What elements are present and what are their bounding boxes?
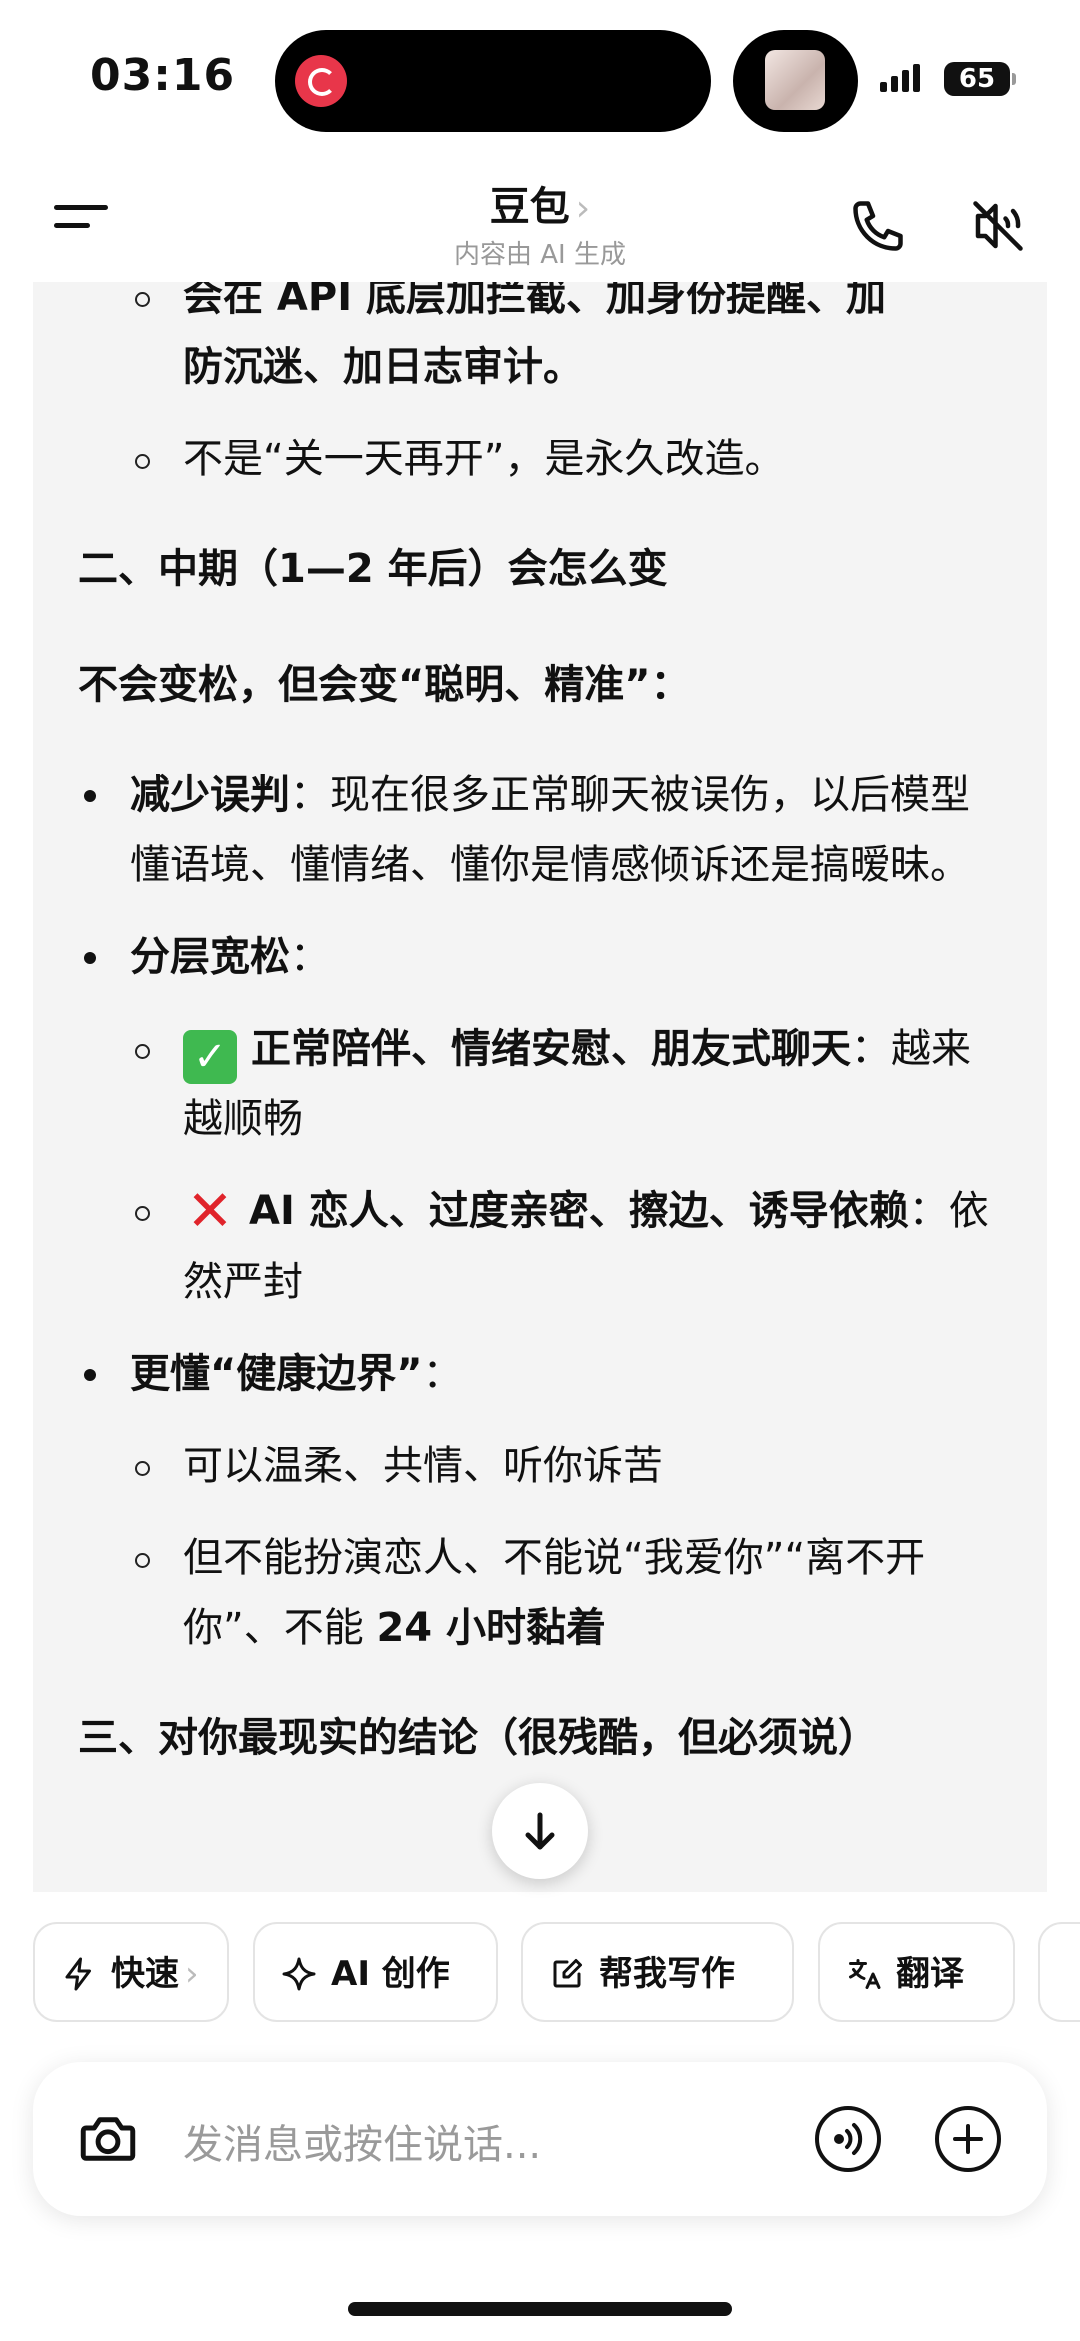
- list-item: 会在 API 底层加拦截、加身份提醒、加 防沉迷、加日志审计。: [78, 282, 1008, 402]
- fast-mode-chip[interactable]: 快速 ›: [33, 1922, 229, 2022]
- list-item: ✕ AI 恋人、过度亲密、擦边、诱导依赖：依然严封: [78, 1176, 1008, 1317]
- status-bar: 03:16 65: [0, 0, 1080, 160]
- chevron-right-icon: ›: [185, 1954, 199, 1994]
- ai-create-chip[interactable]: AI 创作: [253, 1922, 498, 2022]
- battery-icon: 65: [944, 62, 1016, 96]
- section-heading: 二、中期（1—2 年后）会怎么变: [78, 546, 668, 592]
- status-time: 03:16: [90, 50, 236, 101]
- check-mark-icon: ✓: [183, 1030, 237, 1084]
- message-input[interactable]: 发消息或按住说话...: [183, 2112, 541, 2170]
- camera-icon[interactable]: [75, 2106, 141, 2172]
- paragraph: 不会变松，但会变“聪明、精准”：: [78, 662, 691, 708]
- home-indicator[interactable]: [348, 2302, 732, 2316]
- chevron-right-icon: ›: [575, 188, 591, 229]
- list-item: 不是“关一天再开”，是永久改造。: [78, 424, 1008, 494]
- translate-icon: [849, 1959, 881, 1989]
- arrow-down-icon: [525, 1812, 555, 1850]
- phone-icon[interactable]: [848, 196, 908, 256]
- page-title[interactable]: 豆包 ›: [0, 174, 1080, 232]
- list-item: 可以温柔、共情、听你诉苦: [78, 1431, 1008, 1501]
- section-heading: 三、对你最现实的结论（很残酷，但必须说）: [78, 1715, 878, 1761]
- sparkle-icon: [282, 1957, 316, 1991]
- edit-icon: [553, 1959, 582, 1988]
- speaker-mute-icon[interactable]: [968, 196, 1028, 256]
- translate-chip[interactable]: 翻译: [818, 1922, 1015, 2022]
- help-write-chip[interactable]: 帮我写作: [521, 1922, 794, 2022]
- lightning-icon: [65, 1957, 91, 1991]
- list-item: 减少误判：现在很多正常聊天被误伤，以后模型懂语境、懂情绪、懂你是情感倾诉还是搞暧…: [78, 760, 1008, 900]
- music-app-icon[interactable]: [295, 55, 347, 107]
- album-thumbnail: [765, 50, 825, 110]
- voice-input-icon[interactable]: [813, 2104, 883, 2174]
- list-item: 分层宽松：: [78, 922, 1008, 992]
- message-body: 会在 API 底层加拦截、加身份提醒、加 防沉迷、加日志审计。 不是“关一天再开…: [78, 282, 1008, 1773]
- dynamic-island-media[interactable]: [733, 30, 858, 132]
- list-item: 但不能扮演恋人、不能说“我爱你”“离不开你”、不能 24 小时黏着: [78, 1523, 1008, 1663]
- bot-name: 豆包: [489, 184, 570, 230]
- shortcut-bar: 快速 › AI 创作 帮我写作 翻译: [0, 1922, 1080, 2027]
- plus-icon[interactable]: [933, 2104, 1003, 2174]
- cross-mark-icon: ✕: [186, 1179, 234, 1244]
- message-composer[interactable]: 发消息或按住说话...: [33, 2062, 1047, 2216]
- list-item: ✓ 正常陪伴、情绪安慰、朋友式聊天：越来越顺畅: [78, 1014, 1008, 1154]
- more-chip[interactable]: [1038, 1922, 1080, 2022]
- list-item: 更懂“健康边界”：: [78, 1339, 1008, 1409]
- scroll-to-bottom-button[interactable]: [492, 1783, 588, 1879]
- ai-generated-notice: 内容由 AI 生成: [454, 240, 626, 270]
- dynamic-island[interactable]: [275, 30, 711, 132]
- cellular-signal-icon: [880, 64, 924, 92]
- chat-message: 会在 API 底层加拦截、加身份提醒、加 防沉迷、加日志审计。 不是“关一天再开…: [33, 282, 1047, 1892]
